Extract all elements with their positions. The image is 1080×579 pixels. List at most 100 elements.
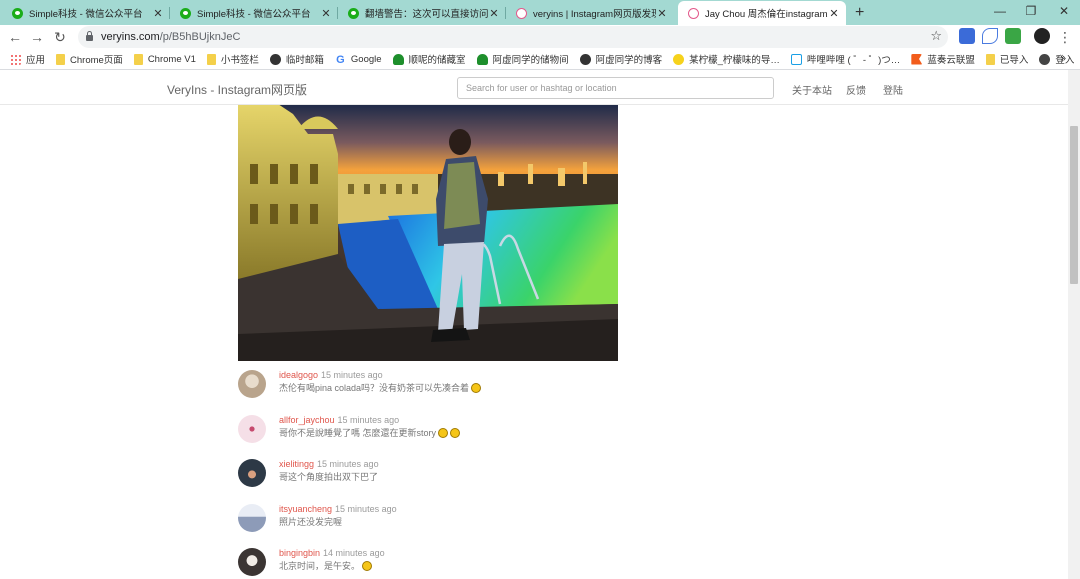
bookmark-item[interactable]: 应用 [10, 52, 45, 66]
folder-icon [206, 53, 216, 65]
new-tab-button[interactable]: + [855, 4, 864, 22]
scroll-thumb[interactable] [1070, 126, 1078, 284]
profile-icon[interactable] [1034, 28, 1050, 44]
tab-1[interactable]: Simple科技 - 微信公众平台 ✕ [2, 1, 170, 25]
avatar[interactable] [238, 459, 266, 487]
comment-item: allfor_jaychou 15 minutes ago 哥你不是說睡覺了嗎 怎… [238, 413, 658, 458]
nav-feedback-link[interactable]: 反馈 [846, 82, 866, 97]
close-icon[interactable]: ✕ [488, 7, 500, 20]
folder-icon [56, 53, 66, 65]
comment-time: 14 minutes ago [323, 548, 385, 558]
bookmarks-bar: 应用 Chrome页面 Chrome V1 小书签栏 临时邮箱 G Google … [0, 49, 1080, 69]
comment-username[interactable]: idealgogo [279, 370, 318, 380]
bookmark-star-icon[interactable]: ☆ [930, 28, 942, 44]
bookmark-item[interactable]: Chrome页面 [56, 52, 123, 66]
lemon-icon [673, 53, 685, 65]
site-header: VeryIns - Instagram网页版 Search for user o… [0, 70, 1068, 105]
nav-about-link[interactable]: 关于本站 [792, 82, 832, 97]
address-bar[interactable]: veryins.com/p/B5hBUjknJeC ☆ [78, 26, 948, 48]
folder-icon [985, 53, 995, 65]
close-icon[interactable]: ✕ [320, 7, 332, 20]
comment-item: idealgogo 15 minutes ago 杰伦有喝pina colada吗… [238, 368, 658, 413]
tree-icon [476, 53, 488, 65]
bookmark-item[interactable]: 已导入 [985, 52, 1028, 66]
bookmark-item[interactable]: 哔哩哔哩 ( ゜- ゜)つ… [790, 52, 900, 66]
post-photo-illustration [238, 104, 618, 361]
folder-icon [133, 53, 143, 65]
tab-title: Simple科技 - 微信公众平台 [197, 9, 311, 20]
back-arrow-icon[interactable]: ← [5, 27, 25, 47]
grin-emoji-icon [362, 561, 373, 571]
bookmark-item[interactable]: 蓝奏云联盟 [911, 52, 975, 66]
bookmarks-overflow-icon[interactable]: » [1060, 53, 1066, 64]
comment-time: 15 minutes ago [321, 370, 383, 380]
bookmark-item[interactable]: 顺呢的储藏室 [392, 52, 466, 66]
close-icon[interactable]: ✕ [152, 7, 164, 20]
lock-icon [86, 31, 93, 41]
comment-username[interactable]: allfor_jaychou [279, 415, 335, 425]
avatar[interactable] [238, 503, 266, 532]
tab-title: 翻墙警告：这次可以直接访问ins [365, 9, 488, 20]
comment-username[interactable]: itsyuancheng [279, 504, 332, 514]
extension-icon[interactable] [1005, 28, 1021, 44]
comment-time: 15 minutes ago [317, 459, 379, 469]
tree-icon [392, 53, 404, 65]
bookmark-item[interactable]: Chrome V1 [133, 53, 196, 65]
bookmark-item[interactable]: 某柠檬_柠檬味的导… [673, 52, 780, 66]
url-path: /p/B5hBUjknJeC [159, 31, 241, 43]
tab-3[interactable]: 翻墙警告：这次可以直接访问ins ✕ [338, 1, 506, 25]
tab-title: veryins | Instagram网页版发现 [533, 9, 656, 20]
nav-login-link[interactable]: 登陆 [883, 82, 903, 97]
globe-icon [269, 53, 281, 65]
tab-5-active[interactable]: Jay Chou 周杰倫在instagram发 ✕ [678, 1, 846, 25]
close-icon[interactable]: ✕ [656, 7, 668, 20]
maximize-button[interactable]: ❐ [1017, 2, 1045, 22]
minimize-button[interactable]: — [986, 2, 1014, 22]
wechat-icon [12, 7, 23, 19]
site-brand[interactable]: VeryIns - Instagram网页版 [167, 81, 307, 98]
wechat-icon [180, 7, 191, 19]
reload-icon[interactable]: ↻ [50, 27, 70, 47]
tab-title: Jay Chou 周杰倫在instagram发 [705, 9, 828, 20]
comment-text: 北京时间，是午安。 [279, 561, 361, 571]
search-input[interactable]: Search for user or hashtag or location [457, 77, 774, 99]
window-close-button[interactable]: ✕ [1050, 2, 1078, 22]
post-photo[interactable] [238, 104, 618, 361]
comment-item: itsyuancheng 15 minutes ago 照片还没发完喔 [238, 502, 658, 547]
avatar[interactable] [238, 548, 266, 576]
laughing-emoji-icon [450, 427, 461, 438]
extension-icon[interactable] [959, 28, 975, 44]
forward-arrow-icon[interactable]: → [27, 27, 47, 47]
bookmark-item[interactable]: 小书签栏 [206, 52, 259, 66]
menu-kebab-icon[interactable]: ⋮ [1055, 27, 1075, 47]
bookmark-item[interactable]: G Google [335, 53, 381, 66]
avatar[interactable] [238, 414, 266, 443]
url-host: veryins.com [101, 31, 160, 43]
browser-toolbar: ← → ↻ veryins.com/p/B5hBUjknJeC ☆ ⋮ [0, 25, 1080, 49]
close-icon[interactable]: ✕ [828, 7, 840, 20]
tab-2[interactable]: Simple科技 - 微信公众平台 ✕ [170, 1, 338, 25]
globe-icon [579, 53, 591, 65]
comment-username[interactable]: bingingbin [279, 548, 320, 558]
comment-item: xielitingg 15 minutes ago 哥这个角度拍出双下巴了 [238, 457, 658, 502]
google-icon: G [336, 53, 345, 66]
bookmark-item[interactable]: 临时邮箱 [269, 52, 324, 66]
veryins-icon [516, 7, 527, 19]
feather-extension-icon[interactable] [982, 28, 998, 44]
bookmark-item[interactable]: 登入 [1039, 52, 1074, 66]
wechat-icon [348, 7, 359, 19]
avatar[interactable] [238, 370, 266, 398]
flag-icon [911, 53, 923, 65]
comment-time: 15 minutes ago [337, 414, 400, 425]
tab-title: Simple科技 - 微信公众平台 [29, 9, 143, 20]
tab-4[interactable]: veryins | Instagram网页版发现 ✕ [506, 1, 674, 25]
veryins-icon [688, 7, 699, 19]
bookmark-item[interactable]: 阿虚同学的博客 [579, 52, 662, 66]
bookmark-item[interactable]: 阿虚同学的储物间 [476, 52, 569, 66]
page-scrollbar[interactable] [1068, 70, 1080, 579]
smirk-emoji-icon [471, 383, 482, 393]
comment-time: 15 minutes ago [335, 503, 397, 514]
thinking-emoji-icon [438, 427, 449, 438]
comment-username[interactable]: xielitingg [279, 459, 314, 469]
page-content: VeryIns - Instagram网页版 Search for user o… [0, 70, 1068, 579]
